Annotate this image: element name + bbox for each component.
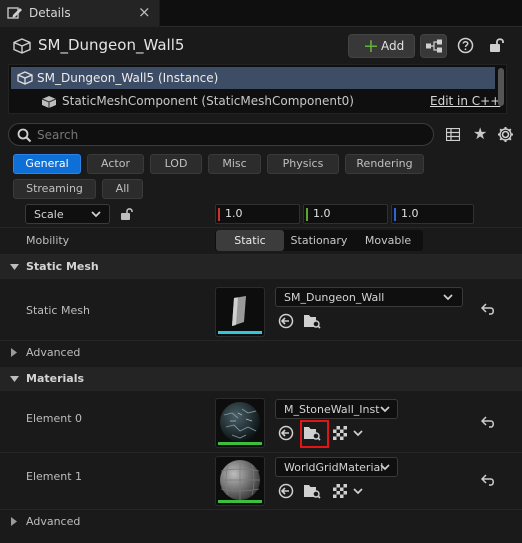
tab-title: Details [29, 6, 71, 20]
details-tab[interactable]: Details × [0, 0, 160, 27]
checker-material-icon[interactable] [333, 484, 347, 498]
mobility-static-option[interactable]: Static [216, 230, 284, 251]
browse-asset-icon[interactable] [303, 313, 321, 329]
unlock-icon[interactable] [489, 37, 507, 53]
element-0-label: Element 0 [26, 412, 83, 425]
scale-y-field[interactable]: 1.0 [303, 204, 388, 224]
element-1-label: Element 1 [26, 470, 83, 483]
filter-tab-general[interactable]: General [13, 154, 81, 174]
actor-icon [17, 71, 33, 85]
element-1-thumbnail[interactable] [215, 456, 265, 506]
chevron-down-icon [380, 464, 390, 471]
element-0-thumbnail[interactable] [215, 398, 265, 448]
tab-bar: Details × [0, 0, 522, 27]
filter-tab-all[interactable]: All [102, 179, 143, 199]
edit-in-cpp-link[interactable]: Edit in C++ [430, 94, 500, 108]
settings-gear-icon[interactable] [497, 126, 514, 143]
scale-x-field[interactable]: 1.0 [215, 204, 300, 224]
static-mesh-component-icon [41, 95, 57, 109]
scale-z-field[interactable]: 1.0 [391, 204, 474, 224]
collapse-arrow-icon [10, 264, 19, 270]
scale-dropdown-label: Scale [34, 208, 64, 221]
mesh-asset-type-bar [218, 331, 262, 334]
z-axis-marker [394, 208, 396, 221]
reset-to-default-icon[interactable] [481, 474, 496, 486]
checker-material-icon[interactable] [333, 426, 347, 440]
scale-lock-icon[interactable] [120, 207, 135, 221]
scale-x-value: 1.0 [225, 207, 243, 220]
materials-advanced-row[interactable]: Advanced [0, 510, 522, 534]
expand-arrow-icon [11, 348, 17, 357]
favorites-star-icon[interactable]: ★ [473, 126, 487, 142]
mobility-label: Mobility [26, 234, 70, 247]
stone-material-preview [218, 401, 262, 443]
material-asset-type-bar [218, 500, 262, 503]
static-mesh-section-header[interactable]: Static Mesh [0, 255, 522, 279]
chevron-down-icon [91, 211, 101, 218]
tree-root-label: SM_Dungeon_Wall5 (Instance) [37, 71, 219, 85]
search-icon [17, 128, 32, 143]
element-1-asset-name: WorldGridMaterial [284, 461, 384, 474]
filter-tab-lod[interactable]: LOD [150, 154, 202, 174]
filter-tab-rendering[interactable]: Rendering [345, 154, 424, 174]
mobility-stationary-option[interactable]: Stationary [284, 230, 354, 251]
use-selected-asset-icon[interactable] [278, 313, 294, 329]
tree-root-row[interactable]: SM_Dungeon_Wall5 (Instance) [11, 67, 495, 89]
mobility-movable-option[interactable]: Movable [354, 230, 422, 251]
chevron-down-icon [443, 294, 453, 301]
scale-y-value: 1.0 [313, 207, 331, 220]
static-mesh-advanced-row[interactable]: Advanced [0, 341, 522, 365]
y-axis-marker [306, 208, 308, 221]
filter-tab-actor[interactable]: Actor [87, 154, 144, 174]
tree-child-label[interactable]: StaticMeshComponent (StaticMeshComponent… [62, 94, 354, 108]
filter-tab-physics[interactable]: Physics [267, 154, 339, 174]
component-tree: SM_Dungeon_Wall5 (Instance) StaticMeshCo… [8, 64, 507, 114]
browse-asset-icon[interactable] [303, 483, 321, 499]
materials-section-header[interactable]: Materials [0, 367, 522, 391]
element-1-material-picker[interactable]: WorldGridMaterial [275, 457, 398, 477]
object-name: SM_Dungeon_Wall5 [38, 36, 185, 54]
expand-arrow-icon [11, 517, 17, 526]
details-pencil-icon [7, 6, 23, 20]
x-axis-marker [218, 208, 220, 221]
reset-to-default-icon[interactable] [481, 303, 496, 315]
element-0-asset-name: M_StoneWall_Inst [284, 403, 380, 416]
materials-section-title: Materials [26, 372, 85, 385]
help-icon[interactable] [457, 37, 474, 54]
material-asset-type-bar [218, 442, 262, 445]
tree-scrollbar[interactable] [498, 68, 504, 106]
use-selected-asset-icon[interactable] [278, 425, 294, 441]
search-input[interactable] [37, 126, 417, 143]
hierarchy-icon [425, 39, 443, 53]
grid-material-preview [218, 459, 262, 501]
reset-to-default-icon[interactable] [481, 416, 496, 428]
chevron-down-icon[interactable] [353, 488, 363, 495]
wall-mesh-preview [230, 296, 248, 328]
element-0-material-picker[interactable]: M_StoneWall_Inst [275, 399, 398, 419]
highlight-box [300, 420, 329, 448]
advanced-label: Advanced [26, 515, 81, 528]
static-mesh-label: Static Mesh [26, 304, 90, 317]
blueprint-button[interactable] [420, 34, 447, 58]
collapse-arrow-icon [10, 376, 19, 382]
use-selected-asset-icon[interactable] [278, 483, 294, 499]
filter-tab-streaming[interactable]: Streaming [13, 179, 96, 199]
static-mesh-picker[interactable]: SM_Dungeon_Wall [275, 287, 463, 307]
static-mesh-section-title: Static Mesh [26, 260, 99, 273]
scale-z-value: 1.0 [401, 207, 419, 220]
chevron-down-icon [380, 406, 390, 413]
advanced-label: Advanced [26, 346, 81, 359]
static-mesh-icon [13, 38, 31, 54]
filter-tab-misc[interactable]: Misc [208, 154, 261, 174]
add-component-button[interactable]: + Add [348, 34, 415, 58]
property-matrix-icon[interactable] [446, 128, 460, 141]
search-box [8, 123, 434, 146]
static-mesh-thumbnail[interactable] [215, 287, 265, 337]
static-mesh-asset-name: SM_Dungeon_Wall [284, 291, 385, 304]
close-tab-icon[interactable]: × [138, 4, 151, 20]
scale-dropdown[interactable]: Scale [25, 204, 110, 224]
add-button-label: Add [381, 39, 405, 53]
plus-icon: + [363, 35, 379, 57]
chevron-down-icon[interactable] [353, 430, 363, 437]
